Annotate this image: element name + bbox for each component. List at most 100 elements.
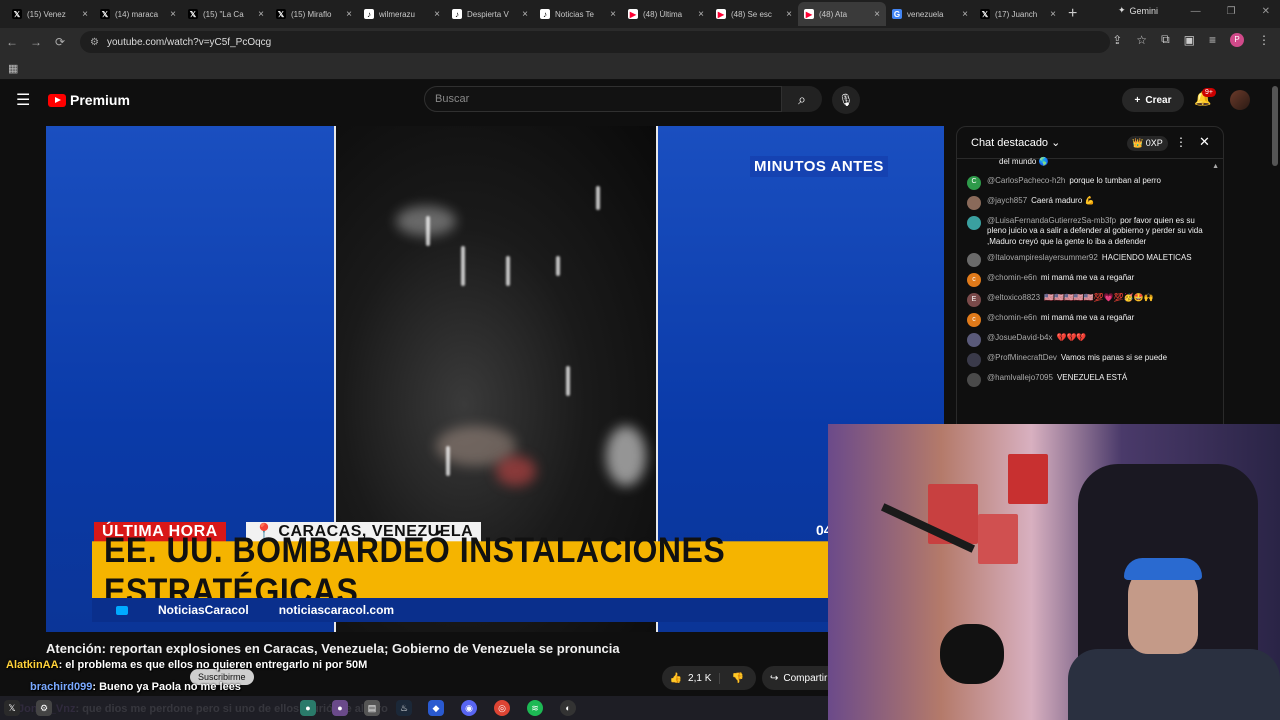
x-icon: 𝕏 bbox=[980, 9, 990, 19]
browser-tab[interactable]: 𝕏 (14) maraca × bbox=[94, 2, 182, 26]
chat-avatar[interactable] bbox=[967, 353, 981, 367]
chat-author[interactable]: @Italovampireslayersummer92 bbox=[987, 253, 1098, 262]
browser-tab[interactable]: 𝕏 (15) "La Ca × bbox=[182, 2, 270, 26]
chat-message: E @eltoxico8823 🇺🇸🇺🇸🇺🇸🇺🇸🇺🇸💯💗💯🥳🤩🙌 bbox=[967, 293, 1213, 307]
youtube-premium-logo[interactable]: Premium bbox=[48, 92, 130, 108]
chat-message-body: @JosueDavid-b4x 💔💔💔 bbox=[987, 333, 1086, 347]
close-tab-icon[interactable]: × bbox=[346, 9, 352, 20]
browser-tab[interactable]: 𝕏 (17) Juanch × bbox=[974, 2, 1062, 26]
chat-author[interactable]: @hamlvallejo7095 bbox=[987, 373, 1053, 382]
chat-avatar[interactable] bbox=[967, 253, 981, 267]
taskbar-app-icon[interactable]: ▤ bbox=[364, 700, 380, 716]
stream-chat-user: brachird099 bbox=[30, 681, 93, 693]
browser-tab[interactable]: 𝕏 (15) Miraflo × bbox=[270, 2, 358, 26]
minimize-icon[interactable]: — bbox=[1191, 6, 1201, 17]
media-icon[interactable]: ≡ bbox=[1209, 33, 1216, 47]
light-blur bbox=[496, 456, 536, 486]
chat-avatar[interactable] bbox=[967, 215, 981, 230]
chat-message-body: @eltoxico8823 🇺🇸🇺🇸🇺🇸🇺🇸🇺🇸💯💗💯🥳🤩🙌 bbox=[987, 293, 1154, 307]
chat-avatar[interactable]: c bbox=[967, 273, 981, 287]
taskbar-app-icon[interactable]: ◆ bbox=[428, 700, 444, 716]
chat-mode-dropdown[interactable]: Chat destacado ⌄ bbox=[971, 136, 1060, 149]
news-headline: EE. UU. BOMBARDEÓ INSTALACIONES ESTRATÉG… bbox=[92, 530, 832, 611]
close-chat-icon[interactable]: ✕ bbox=[1199, 134, 1210, 150]
chat-avatar[interactable]: C bbox=[967, 175, 981, 190]
browser-tab[interactable]: ♪ wilmerazu × bbox=[358, 2, 446, 26]
tab-title: (17) Juanch bbox=[995, 9, 1038, 19]
chat-author[interactable]: @ProfMinecraftDev bbox=[987, 353, 1057, 362]
search-button[interactable]: ⌕ bbox=[782, 86, 822, 112]
browser-tab[interactable]: ▶ (48) Ata × bbox=[798, 2, 886, 26]
obs-icon[interactable]: ◐ bbox=[560, 700, 576, 716]
site-info-icon[interactable]: ⚙ bbox=[90, 37, 99, 48]
video-player[interactable]: MINUTOS ANTES ÚLTIMA HORA 📍 CARACAS, VENE… bbox=[46, 126, 944, 632]
discord-icon[interactable]: ◉ bbox=[461, 700, 477, 716]
profile-avatar[interactable]: P bbox=[1230, 32, 1244, 47]
browser-tab[interactable]: 𝕏 (15) Venez × bbox=[6, 2, 94, 26]
apps-grid-icon[interactable]: ▦ bbox=[8, 62, 18, 75]
create-button[interactable]: + Crear bbox=[1122, 88, 1184, 112]
steam-icon[interactable]: ♨ bbox=[396, 700, 412, 716]
browser-tab[interactable]: ♪ Despierta V × bbox=[446, 2, 534, 26]
close-tab-icon[interactable]: × bbox=[874, 9, 880, 20]
chat-author[interactable]: @LuisaFernandaGutierrezSa-mb3fp bbox=[987, 216, 1116, 225]
chat-avatar[interactable] bbox=[967, 373, 981, 387]
taskbar-app-icon[interactable]: ● bbox=[332, 700, 348, 716]
close-tab-icon[interactable]: × bbox=[610, 9, 616, 20]
light-blur bbox=[606, 426, 646, 486]
browser-tab[interactable]: ▶ (48) Última × bbox=[622, 2, 710, 26]
close-tab-icon[interactable]: × bbox=[962, 9, 968, 20]
stream-chat-user: AlatkinAA bbox=[6, 659, 59, 671]
chat-author[interactable]: @JosueDavid-b4x bbox=[987, 333, 1052, 342]
search-input[interactable]: Buscar bbox=[424, 86, 782, 112]
stream-chat-line: brachird099: Bueno ya Paola no me lees bbox=[30, 681, 830, 693]
voice-search-button[interactable]: 🎙 bbox=[832, 86, 860, 114]
url-field[interactable]: ⚙ youtube.com/watch?v=yC5f_PcOqcg bbox=[80, 31, 1110, 53]
microphone-icon: 🎙 bbox=[838, 93, 854, 107]
chat-text: 💔💔💔 bbox=[1056, 333, 1087, 342]
close-tab-icon[interactable]: × bbox=[786, 9, 792, 20]
browser-tab[interactable]: Gvenezuela × bbox=[886, 2, 974, 26]
new-tab-button[interactable]: + bbox=[1068, 5, 1077, 23]
reload-icon[interactable]: ⟳ bbox=[48, 35, 72, 49]
browser-tab[interactable]: ♪ Noticias Te × bbox=[534, 2, 622, 26]
xp-badge[interactable]: 👑 0XP bbox=[1127, 136, 1168, 151]
extensions-icon[interactable]: ⧉ bbox=[1161, 32, 1170, 47]
close-tab-icon[interactable]: × bbox=[170, 9, 176, 20]
x-app-icon[interactable]: 𝕏 bbox=[4, 700, 20, 716]
chat-menu-icon[interactable]: ⋮ bbox=[1175, 135, 1187, 149]
spotify-icon[interactable]: ≋ bbox=[527, 700, 543, 716]
chat-avatar[interactable] bbox=[967, 195, 981, 210]
forward-icon[interactable]: → bbox=[24, 35, 48, 49]
hamburger-menu-icon[interactable]: ☰ bbox=[16, 90, 30, 110]
menu-dots-icon[interactable]: ⋮ bbox=[1258, 33, 1270, 47]
taskbar-app-icon[interactable]: ● bbox=[300, 700, 316, 716]
chrome-icon[interactable]: ◎ bbox=[494, 700, 510, 716]
chat-author[interactable]: @eltoxico8823 bbox=[987, 293, 1040, 302]
install-icon[interactable]: ⇪ bbox=[1112, 33, 1122, 47]
close-tab-icon[interactable]: × bbox=[698, 9, 704, 20]
chat-avatar[interactable] bbox=[967, 333, 981, 347]
close-tab-icon[interactable]: × bbox=[258, 9, 264, 20]
close-tab-icon[interactable]: × bbox=[434, 9, 440, 20]
chat-author[interactable]: @chomin-e6n bbox=[987, 313, 1037, 322]
browser-tab[interactable]: ▶ (48) Se esc × bbox=[710, 2, 798, 26]
gemini-button[interactable]: ✦ Gemini bbox=[1118, 5, 1158, 16]
back-icon[interactable]: ← bbox=[0, 35, 24, 49]
close-tab-icon[interactable]: × bbox=[82, 9, 88, 20]
chat-author[interactable]: @CarlosPacheco-h2h bbox=[987, 176, 1065, 185]
chat-author[interactable]: @chomin-e6n bbox=[987, 273, 1037, 282]
page-scrollbar[interactable] bbox=[1272, 86, 1278, 166]
chat-avatar[interactable]: c bbox=[967, 313, 981, 327]
close-window-icon[interactable]: ✕ bbox=[1262, 6, 1270, 17]
sidepanel-icon[interactable]: ▣ bbox=[1184, 33, 1195, 47]
bookmark-star-icon[interactable]: ☆ bbox=[1136, 33, 1147, 47]
taskbar-app-icon[interactable]: ⚙ bbox=[36, 700, 52, 716]
chat-author[interactable]: @jaych857 bbox=[987, 196, 1027, 205]
light-streak bbox=[566, 366, 570, 396]
chat-avatar[interactable]: E bbox=[967, 293, 981, 307]
account-avatar[interactable] bbox=[1230, 90, 1250, 110]
close-tab-icon[interactable]: × bbox=[1050, 9, 1056, 20]
maximize-icon[interactable]: ❐ bbox=[1227, 6, 1236, 17]
close-tab-icon[interactable]: × bbox=[522, 9, 528, 20]
